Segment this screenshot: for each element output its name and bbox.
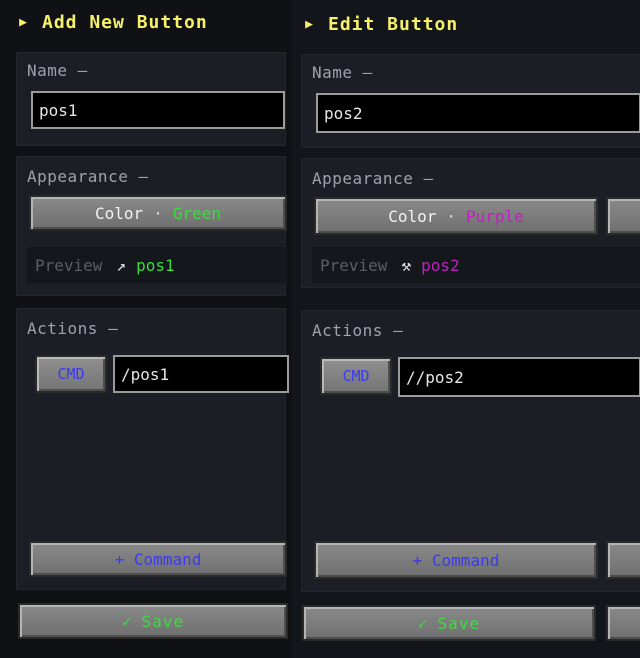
name-section-label: Name —	[27, 61, 88, 80]
color-separator: ·	[446, 206, 456, 226]
appearance-section: Appearance — Color · Purple Preview ⚒ po…	[301, 158, 640, 288]
cmd-label: CMD	[342, 367, 370, 385]
actions-section: Actions — CMD //pos2 + Command	[301, 310, 640, 592]
color-separator: ·	[153, 203, 163, 223]
name-input[interactable]: pos2	[316, 93, 640, 133]
add-button-panel: ▶ Add New Button Name — pos1 Appearance …	[0, 0, 292, 658]
secondary-button[interactable]	[606, 197, 640, 235]
color-label: Color	[388, 206, 437, 226]
name-section-label: Name —	[312, 63, 373, 82]
edit-panel-header: ▶ Edit Button	[300, 14, 458, 35]
color-value: Green	[172, 203, 221, 223]
name-section: Name — pos2	[301, 54, 640, 148]
preview-text: pos1	[136, 255, 175, 275]
name-section: Name — pos1	[16, 52, 286, 146]
add-command-button[interactable]: + Command	[314, 541, 598, 579]
arrow-up-right-icon: ↗	[116, 255, 127, 275]
play-arrow-icon: ▶	[19, 15, 27, 30]
color-label: Color	[95, 203, 144, 223]
actions-section-label: Actions —	[27, 319, 119, 338]
color-button[interactable]: Color · Green	[29, 195, 287, 231]
check-icon: ✓	[417, 613, 428, 633]
preview-text: pos2	[421, 255, 460, 275]
save-button[interactable]: ✓ Save	[18, 603, 288, 639]
add-command-label: + Command	[114, 549, 202, 569]
cmd-type-button[interactable]: CMD	[320, 357, 392, 395]
add-panel-header: ▶ Add New Button	[14, 12, 208, 33]
add-command-button[interactable]: + Command	[29, 541, 287, 577]
actions-section: Actions — CMD /pos1 + Command	[16, 308, 289, 590]
secondary-button[interactable]	[606, 605, 640, 641]
secondary-button[interactable]	[606, 541, 640, 579]
add-command-label: + Command	[412, 550, 500, 570]
command-input[interactable]: //pos2	[398, 357, 640, 397]
save-label: Save	[141, 611, 185, 631]
color-button[interactable]: Color · Purple	[314, 197, 598, 235]
save-label: Save	[437, 613, 481, 633]
actions-section-label: Actions —	[312, 321, 404, 340]
play-arrow-icon: ▶	[305, 17, 313, 32]
appearance-section: Appearance — Color · Green Preview ↗ pos…	[16, 156, 287, 296]
crossed-tools-icon: ⚒	[401, 255, 412, 275]
command-input[interactable]: /pos1	[113, 355, 289, 393]
name-input[interactable]: pos1	[31, 91, 285, 129]
check-icon: ✓	[121, 611, 132, 631]
preview-label: Preview	[35, 255, 103, 275]
cmd-type-button[interactable]: CMD	[35, 355, 107, 393]
appearance-section-label: Appearance —	[27, 167, 149, 186]
add-panel-title: Add New Button	[42, 12, 208, 33]
preview-strip: Preview ↗ pos1	[27, 247, 287, 283]
save-button[interactable]: ✓ Save	[302, 605, 596, 641]
appearance-section-label: Appearance —	[312, 169, 434, 188]
cmd-label: CMD	[57, 365, 85, 383]
preview-strip: Preview ⚒ pos2	[312, 247, 640, 283]
preview-label: Preview	[320, 255, 388, 275]
edit-panel-title: Edit Button	[328, 14, 459, 35]
color-value: Purple	[466, 206, 524, 226]
edit-button-panel: ▶ Edit Button Name — pos2 Appearance — C…	[292, 0, 640, 658]
